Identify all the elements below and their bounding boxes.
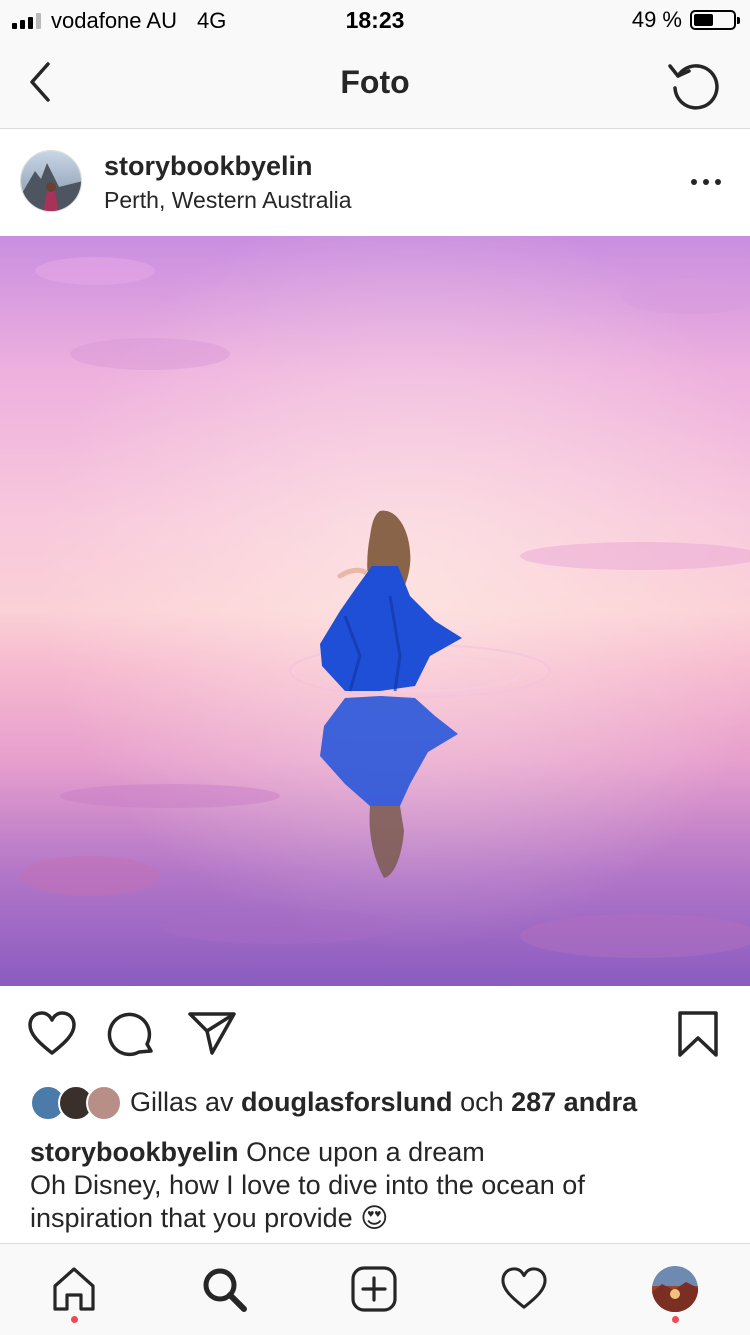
comment-icon <box>107 1012 153 1057</box>
caption-text-line2: Oh Disney, how I love to dive into the o… <box>30 1170 585 1200</box>
battery-level-fill <box>694 14 713 26</box>
post-header: storybookbyelin Perth, Western Australia <box>0 129 750 235</box>
refresh-button[interactable] <box>666 56 722 112</box>
home-icon <box>53 1267 95 1311</box>
tab-add-post[interactable] <box>349 1264 399 1314</box>
post-username[interactable]: storybookbyelin <box>104 151 313 182</box>
heart-icon <box>28 1011 76 1055</box>
likes-summary[interactable]: Gillas av douglasforslund och 287 andra <box>30 1084 637 1121</box>
tab-bar <box>0 1243 750 1335</box>
profile-notification-dot <box>672 1316 679 1323</box>
status-bar: vodafone AU 4G 18:23 49 % <box>0 0 750 40</box>
refresh-icon <box>668 64 719 110</box>
tab-home[interactable] <box>49 1264 99 1314</box>
avatar-image <box>21 151 81 211</box>
save-button[interactable] <box>676 1010 720 1058</box>
status-right: 49 % <box>631 7 740 33</box>
share-button[interactable] <box>186 1010 238 1056</box>
comment-button[interactable] <box>107 1010 157 1060</box>
liker-avatar <box>86 1085 122 1121</box>
bookmark-icon <box>678 1011 718 1057</box>
navigation-bar: Foto <box>0 40 750 129</box>
liked-by-avatars <box>30 1085 122 1121</box>
post-actions <box>0 986 750 1076</box>
page-title: Foto <box>340 64 410 100</box>
home-notification-dot <box>71 1316 78 1323</box>
likes-prefix: Gillas av <box>130 1086 234 1117</box>
liked-by-username[interactable]: douglasforslund <box>241 1087 453 1118</box>
send-icon <box>188 1012 236 1055</box>
battery-icon <box>690 10 740 30</box>
tab-activity[interactable] <box>499 1264 549 1314</box>
profile-avatar <box>652 1266 698 1312</box>
tab-search[interactable] <box>199 1264 249 1314</box>
user-avatar[interactable] <box>20 150 82 212</box>
ellipsis-icon <box>691 179 721 185</box>
add-post-icon <box>351 1266 397 1312</box>
post-location[interactable]: Perth, Western Australia <box>104 187 352 214</box>
search-icon <box>203 1268 247 1312</box>
post-photo[interactable] <box>0 236 750 986</box>
battery-percent: 49 % <box>631 7 682 32</box>
tab-profile[interactable] <box>650 1264 700 1314</box>
caption-text-line3: inspiration that you provide <box>30 1203 353 1233</box>
like-button[interactable] <box>26 1010 78 1058</box>
heart-eyes-emoji: 😍 <box>360 1203 389 1233</box>
caption-username[interactable]: storybookbyelin <box>30 1137 239 1167</box>
likes-conjunction: och <box>460 1086 504 1117</box>
likes-others-count[interactable]: 287 andra <box>511 1087 637 1118</box>
activity-icon <box>501 1267 547 1309</box>
caption-text: Once upon a dream <box>246 1137 485 1167</box>
photo-image <box>0 236 750 986</box>
post-caption: storybookbyelin Once upon a dream Oh Dis… <box>30 1136 730 1235</box>
more-options-button[interactable] <box>686 167 726 197</box>
